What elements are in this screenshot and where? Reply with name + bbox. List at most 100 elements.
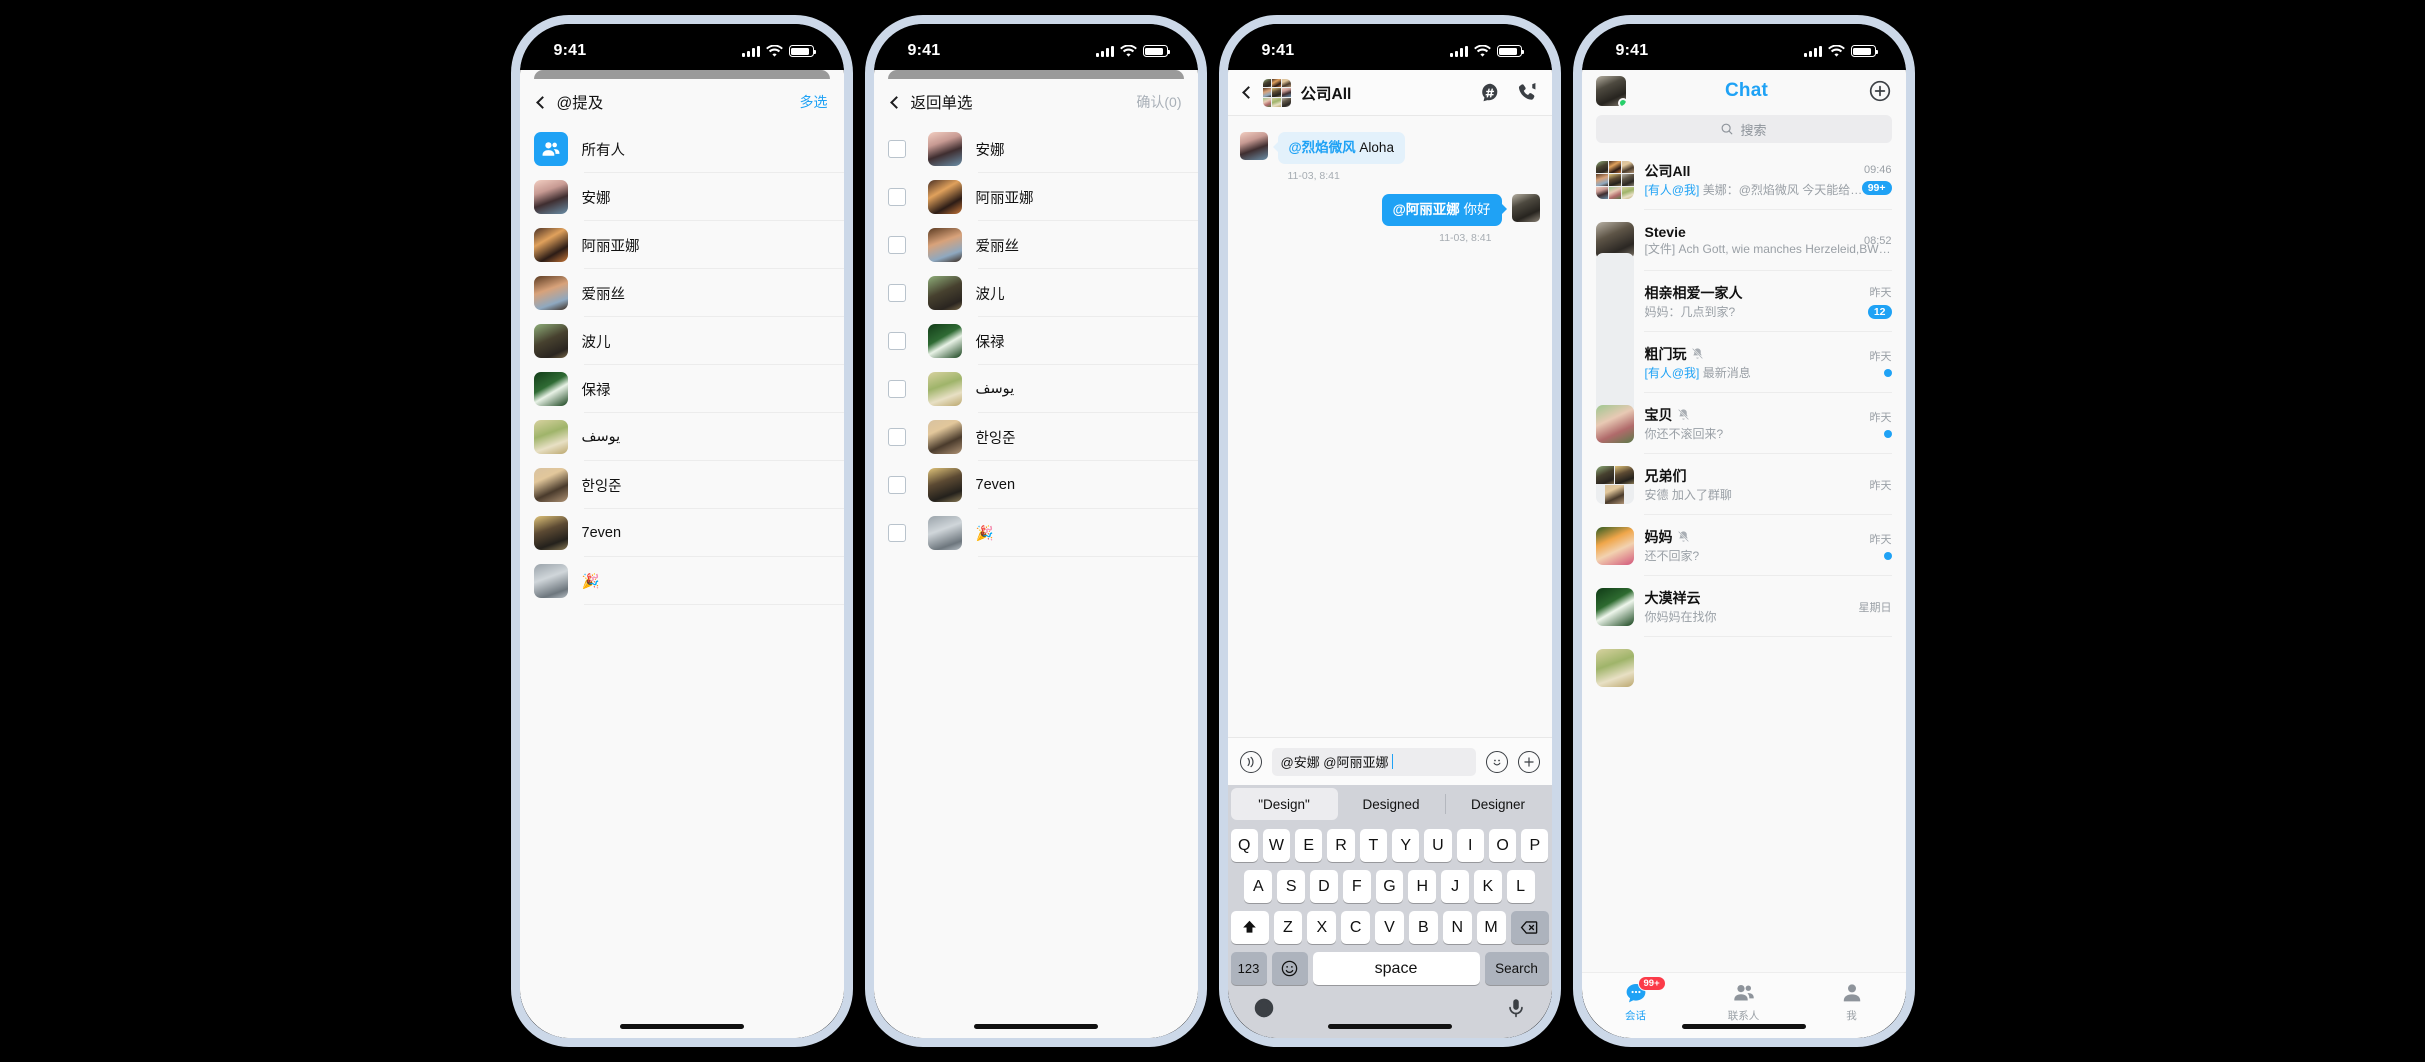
message-input[interactable]: @安娜 @阿丽亚娜 — [1271, 747, 1476, 776]
wifi-icon — [765, 44, 783, 57]
list-item[interactable]: 宝贝 你还不滚回来? 昨天 — [1582, 393, 1906, 454]
contacts-icon — [1733, 985, 1754, 1001]
list-item[interactable]: 保禄 — [874, 317, 1198, 365]
list-item[interactable]: 7even — [874, 461, 1198, 509]
list-item[interactable]: 爱丽丝 — [874, 221, 1198, 269]
key-d[interactable]: D — [1310, 870, 1338, 903]
key-t[interactable]: T — [1359, 829, 1387, 862]
key-v[interactable]: V — [1375, 911, 1404, 944]
tab-chats[interactable]: 99+ 会话 — [1582, 976, 1690, 1023]
backspace-icon[interactable] — [1510, 911, 1549, 944]
suggestion-1[interactable]: Designed — [1338, 785, 1445, 823]
chevron-left-icon[interactable] — [1241, 86, 1255, 99]
list-item[interactable]: 保禄 — [520, 365, 844, 413]
list-item[interactable]: 爱丽丝 — [520, 269, 844, 317]
key-f[interactable]: F — [1342, 870, 1371, 903]
keyboard-row-3: Z X C V B N M — [1230, 911, 1549, 944]
key-numbers[interactable]: 123 — [1230, 952, 1267, 985]
checkbox[interactable] — [887, 524, 906, 542]
cellular-signal-icon — [1803, 45, 1822, 57]
list-item[interactable]: 妈妈 还不回家? 昨天 — [1582, 515, 1906, 576]
key-j[interactable]: J — [1441, 870, 1469, 903]
suggestion-2[interactable]: Designer — [1444, 785, 1552, 823]
page-title: Chat — [1724, 80, 1769, 101]
emoji-face-icon[interactable] — [1271, 952, 1308, 985]
globe-icon[interactable] — [1253, 997, 1275, 1024]
key-w[interactable]: W — [1262, 829, 1291, 862]
key-p[interactable]: P — [1521, 829, 1549, 862]
key-search[interactable]: Search — [1484, 952, 1549, 985]
avatar[interactable] — [1595, 76, 1626, 106]
list-item[interactable]: 安娜 — [520, 173, 844, 221]
message-bubble[interactable]: @烈焰微风 Aloha — [1272, 132, 1405, 165]
list-item[interactable]: يوسف — [520, 413, 844, 461]
message-input-value: @安娜 @阿丽亚娜 — [1280, 755, 1389, 770]
tab-contacts[interactable]: 联系人 — [1690, 981, 1798, 1023]
list-item[interactable]: 🎉 — [874, 509, 1198, 557]
key-o[interactable]: O — [1488, 829, 1517, 862]
list-item[interactable]: 한잉준 — [520, 461, 844, 509]
key-h[interactable]: H — [1408, 870, 1437, 903]
checkbox[interactable] — [887, 284, 906, 302]
list-item[interactable]: 🎉 — [520, 557, 844, 605]
list-item[interactable]: 大漠祥云 你妈妈在找你 星期日 — [1582, 576, 1906, 637]
key-k[interactable]: K — [1473, 870, 1502, 903]
key-x[interactable]: X — [1307, 911, 1337, 944]
list-item[interactable]: 安娜 — [874, 125, 1198, 173]
key-b[interactable]: B — [1408, 911, 1438, 944]
list-item[interactable]: يوسف — [874, 365, 1198, 413]
checkbox[interactable] — [887, 476, 906, 494]
list-item[interactable] — [1582, 637, 1906, 698]
key-m[interactable]: M — [1476, 911, 1506, 944]
phone-2-multi-select: 9:41 返回单选 确认(0) 安娜 阿丽亚娜 爱丽丝 波儿 保禄 يوسف 한… — [864, 15, 1207, 1047]
list-item[interactable]: 波儿 — [520, 317, 844, 365]
checkbox[interactable] — [887, 428, 906, 446]
smiley-icon[interactable] — [1485, 750, 1508, 773]
voice-wave-icon[interactable] — [1239, 750, 1262, 773]
list-item[interactable]: 阿丽亚娜 — [520, 221, 844, 269]
shift-up-icon[interactable] — [1230, 911, 1269, 944]
key-u[interactable]: U — [1424, 829, 1452, 862]
list-item[interactable]: 7even — [520, 509, 844, 557]
key-l[interactable]: L — [1506, 870, 1535, 903]
key-i[interactable]: I — [1456, 829, 1484, 862]
checkbox[interactable] — [887, 188, 906, 206]
checkbox[interactable] — [887, 380, 906, 398]
multi-select-button[interactable]: 多选 — [800, 92, 828, 112]
message-bubble[interactable]: @阿丽亚娜 你好 — [1381, 194, 1507, 227]
chevron-left-icon[interactable] — [535, 95, 549, 109]
list-item[interactable]: 粗门玩 [有人@我] 最新消息 昨天 — [1582, 288, 1906, 437]
search-input[interactable]: 搜索 — [1595, 115, 1892, 143]
microphone-icon[interactable] — [1505, 997, 1527, 1024]
list-item[interactable]: 兄弟们 安德 加入了群聊 昨天 — [1582, 454, 1906, 515]
key-e[interactable]: E — [1295, 829, 1323, 862]
key-s[interactable]: S — [1277, 870, 1306, 903]
list-item[interactable]: 阿丽亚娜 — [874, 173, 1198, 221]
key-c[interactable]: C — [1341, 911, 1371, 944]
suggestion-0[interactable]: "Design" — [1230, 788, 1338, 820]
key-q[interactable]: Q — [1230, 829, 1258, 862]
hashtag-bubble-icon[interactable] — [1480, 82, 1502, 104]
message-input-bar: @安娜 @阿丽亚娜 — [1227, 737, 1552, 785]
key-a[interactable]: A — [1244, 870, 1273, 903]
checkbox[interactable] — [887, 140, 906, 158]
key-g[interactable]: G — [1375, 870, 1404, 903]
key-n[interactable]: N — [1442, 911, 1472, 944]
message-timestamp: 11-03, 8:41 — [1287, 170, 1340, 183]
confirm-button[interactable]: 确认(0) — [1136, 92, 1181, 112]
video-call-icon[interactable] — [1516, 82, 1538, 104]
chevron-left-icon[interactable] — [889, 95, 903, 109]
list-item[interactable]: 公司All [有人@我] 美娜：@烈焰微风 今天能给… 09:46 99+ — [1582, 149, 1906, 210]
list-item[interactable]: 한잉준 — [874, 413, 1198, 461]
list-item[interactable]: 波儿 — [874, 269, 1198, 317]
key-r[interactable]: R — [1327, 829, 1355, 862]
list-item-all[interactable]: 所有人 — [520, 125, 844, 173]
plus-circle-icon[interactable] — [1868, 79, 1892, 103]
tab-me[interactable]: 我 — [1798, 981, 1906, 1023]
checkbox[interactable] — [887, 332, 906, 350]
key-space[interactable]: space — [1312, 952, 1480, 985]
plus-circle-icon[interactable] — [1517, 750, 1540, 773]
key-y[interactable]: Y — [1392, 829, 1420, 862]
key-z[interactable]: Z — [1273, 911, 1303, 944]
checkbox[interactable] — [887, 236, 906, 254]
